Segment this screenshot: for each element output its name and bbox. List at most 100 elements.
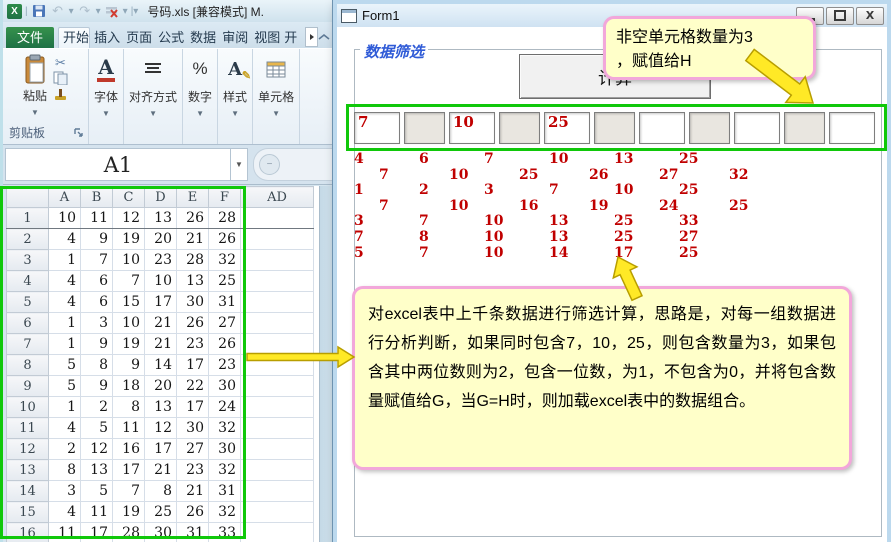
column-header[interactable]: A bbox=[48, 186, 81, 208]
close-button[interactable]: X bbox=[856, 6, 884, 25]
sheet-cell[interactable]: 6 bbox=[80, 270, 113, 292]
chevron-down-icon[interactable]: ▼ bbox=[231, 109, 239, 118]
sheet-cell[interactable]: 21 bbox=[144, 333, 177, 355]
tab-view[interactable]: 视图 bbox=[250, 27, 282, 48]
sheet-cell[interactable]: 21 bbox=[144, 312, 177, 334]
sheet-cell[interactable]: 14 bbox=[144, 354, 177, 376]
paste-button[interactable]: 粘贴 ▼ bbox=[23, 54, 47, 117]
format-painter-icon[interactable] bbox=[53, 87, 68, 101]
cut-icon[interactable]: ✂ bbox=[55, 56, 66, 69]
sheet-cell[interactable]: 1 bbox=[48, 333, 81, 355]
sheet-cell[interactable]: 12 bbox=[112, 207, 145, 229]
form-textbox[interactable] bbox=[689, 111, 730, 144]
sheet-cell[interactable]: 18 bbox=[112, 375, 145, 397]
form-textbox[interactable] bbox=[594, 111, 635, 144]
form-textbox[interactable] bbox=[784, 111, 825, 144]
sheet-cell[interactable]: 27 bbox=[208, 312, 241, 334]
sheet-cell[interactable]: 21 bbox=[176, 480, 209, 502]
sheet-cell[interactable]: 17 bbox=[80, 522, 113, 542]
sheet-cell[interactable] bbox=[240, 480, 314, 502]
sheet-cell[interactable]: 4 bbox=[48, 228, 81, 250]
sheet-cell[interactable]: 8 bbox=[80, 354, 113, 376]
tab-home[interactable]: 开始 bbox=[58, 27, 91, 48]
sheet-cell[interactable]: 10 bbox=[112, 312, 145, 334]
sheet-cell[interactable]: 25 bbox=[208, 270, 241, 292]
sheet-cell[interactable]: 31 bbox=[176, 522, 209, 542]
chevron-down-icon[interactable]: ▼ bbox=[102, 109, 110, 118]
row-header[interactable]: 2 bbox=[6, 228, 49, 250]
sheet-cell[interactable]: 12 bbox=[144, 417, 177, 439]
sheet-cell[interactable]: 31 bbox=[208, 480, 241, 502]
sheet-cell[interactable]: 6 bbox=[80, 291, 113, 313]
form-textbox[interactable] bbox=[829, 111, 875, 144]
row-header[interactable]: 1 bbox=[6, 207, 49, 229]
row-header[interactable]: 7 bbox=[6, 333, 49, 355]
ribbon-group-font[interactable]: A 字体 ▼ bbox=[89, 49, 125, 144]
redo-icon[interactable]: ↷ bbox=[77, 3, 93, 19]
sheet-cell[interactable] bbox=[240, 312, 314, 334]
sheet-cell[interactable]: 11 bbox=[112, 417, 145, 439]
row-header[interactable]: 11 bbox=[6, 417, 49, 439]
sheet-cell[interactable]: 8 bbox=[48, 459, 81, 481]
sheet-cell[interactable]: 11 bbox=[48, 522, 81, 542]
row-header[interactable]: 8 bbox=[6, 354, 49, 376]
sheet-cell[interactable]: 7 bbox=[112, 270, 145, 292]
column-header[interactable]: AD bbox=[240, 186, 314, 208]
sheet-cell[interactable]: 23 bbox=[208, 354, 241, 376]
sheet-cell[interactable]: 13 bbox=[176, 270, 209, 292]
sheet-cell[interactable] bbox=[240, 438, 314, 460]
sheet-cell[interactable]: 30 bbox=[144, 522, 177, 542]
sheet-cell[interactable]: 33 bbox=[208, 522, 241, 542]
sheet-cell[interactable]: 26 bbox=[176, 312, 209, 334]
form-textbox[interactable] bbox=[499, 111, 540, 144]
sheet-cell[interactable]: 9 bbox=[80, 228, 113, 250]
sheet-cell[interactable]: 19 bbox=[112, 501, 145, 523]
sheet-cell[interactable]: 21 bbox=[144, 459, 177, 481]
row-header[interactable]: 4 bbox=[6, 270, 49, 292]
sheet-cell[interactable]: 17 bbox=[144, 438, 177, 460]
maximize-button[interactable] bbox=[826, 6, 854, 25]
sheet-cell[interactable]: 17 bbox=[176, 354, 209, 376]
sheet-cell[interactable]: 17 bbox=[144, 291, 177, 313]
sheet-cell[interactable]: 25 bbox=[144, 501, 177, 523]
sheet-cell[interactable]: 11 bbox=[80, 501, 113, 523]
sheet-cell[interactable]: 23 bbox=[176, 459, 209, 481]
sheet-cell[interactable]: 1 bbox=[48, 312, 81, 334]
dialog-launcher-icon[interactable] bbox=[73, 127, 84, 138]
sheet-cell[interactable]: 4 bbox=[48, 291, 81, 313]
sheet-cell[interactable] bbox=[240, 270, 314, 292]
sheet-cell[interactable]: 19 bbox=[112, 228, 145, 250]
custom-command-icon[interactable] bbox=[104, 3, 120, 19]
chevron-down-icon[interactable]: ▼ bbox=[149, 109, 157, 118]
column-header[interactable]: D bbox=[144, 186, 177, 208]
sheet-cell[interactable]: 9 bbox=[80, 375, 113, 397]
sheet-cell[interactable]: 13 bbox=[144, 207, 177, 229]
chevron-down-icon[interactable]: ▼ bbox=[272, 109, 280, 118]
sheet-cell[interactable]: 17 bbox=[112, 459, 145, 481]
sheet-cell[interactable]: 13 bbox=[80, 459, 113, 481]
sheet-cell[interactable]: 3 bbox=[80, 312, 113, 334]
qat-more-icon[interactable]: |▾ bbox=[131, 6, 139, 17]
ribbon-group-alignment[interactable]: 对齐方式 ▼ bbox=[124, 49, 184, 144]
sheet-cell[interactable] bbox=[240, 207, 314, 229]
sheet-cell[interactable]: 8 bbox=[112, 396, 145, 418]
ribbon-group-cells[interactable]: 单元格 ▼ bbox=[253, 49, 301, 144]
form-textbox[interactable]: 10 bbox=[449, 111, 495, 144]
sheet-cell[interactable]: 24 bbox=[208, 396, 241, 418]
row-header[interactable]: 15 bbox=[6, 501, 49, 523]
sheet-cell[interactable]: 32 bbox=[208, 417, 241, 439]
sheet-cell[interactable]: 26 bbox=[208, 228, 241, 250]
sheet-cell[interactable]: 23 bbox=[144, 249, 177, 271]
sheet-cell[interactable]: 30 bbox=[176, 417, 209, 439]
column-header[interactable]: F bbox=[208, 186, 241, 208]
sheet-cell[interactable]: 32 bbox=[208, 501, 241, 523]
insert-function-icon[interactable]: − bbox=[259, 154, 280, 175]
row-header[interactable]: 5 bbox=[6, 291, 49, 313]
save-icon[interactable] bbox=[31, 3, 47, 19]
sheet-cell[interactable] bbox=[240, 291, 314, 313]
sheet-cell[interactable]: 13 bbox=[144, 396, 177, 418]
sheet-cell[interactable]: 26 bbox=[176, 207, 209, 229]
ribbon-collapse-icon[interactable] bbox=[318, 29, 330, 44]
undo-icon[interactable]: ↶ bbox=[50, 3, 66, 19]
column-header[interactable]: C bbox=[112, 186, 145, 208]
